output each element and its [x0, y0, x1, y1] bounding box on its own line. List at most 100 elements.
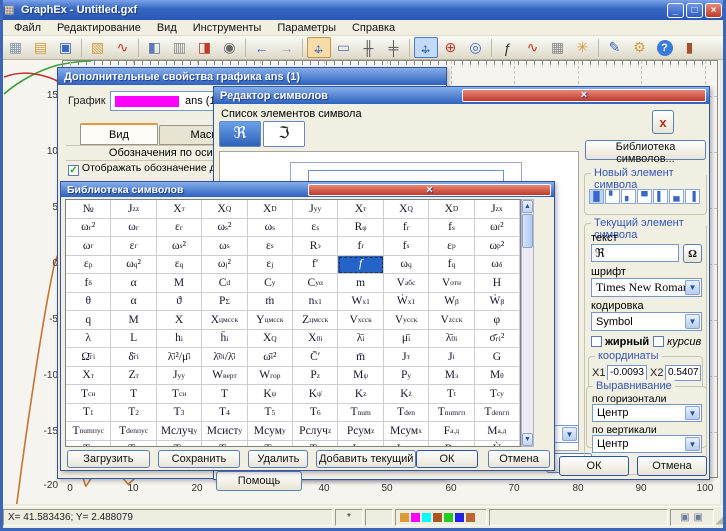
- symbol-cell[interactable]: Lпос: [384, 441, 429, 448]
- symbol-cell[interactable]: Tnum: [338, 404, 383, 423]
- zoom-region-button[interactable]: ◎: [464, 37, 488, 58]
- menu-справка[interactable]: Справка: [344, 22, 403, 34]
- symbol-cell[interactable]: Tсу: [475, 385, 520, 404]
- symbol-cell[interactable]: Xт: [66, 367, 111, 386]
- editor-ok-button[interactable]: ОК: [559, 456, 629, 476]
- symbol-grid-scrollbar[interactable]: ▲ ▼: [521, 199, 534, 447]
- symbol-cell[interactable]: σ̄гi²: [475, 330, 520, 349]
- show-data-labels-checkbox[interactable]: ✓: [68, 165, 79, 176]
- menu-вид[interactable]: Вид: [149, 22, 185, 34]
- horizontal-align-combo[interactable]: Центр ▼: [592, 404, 702, 422]
- symbol-cell[interactable]: Cd: [202, 274, 247, 293]
- symbol-cell[interactable]: T: [111, 385, 156, 404]
- symbol-cell[interactable]: ωδ: [475, 256, 520, 275]
- symbol-cell[interactable]: Mсистy: [202, 422, 247, 441]
- print-preview-button[interactable]: ▥: [168, 37, 192, 58]
- fit-view-button[interactable]: ↔↕: [307, 37, 331, 58]
- symbol-cell[interactable]: εp: [66, 256, 111, 275]
- symbol-cell[interactable]: fs: [429, 219, 474, 238]
- menu-редактирование[interactable]: Редактирование: [49, 22, 149, 34]
- minimize-button[interactable]: _: [667, 3, 684, 18]
- notes-edit-button[interactable]: ✎: [603, 37, 627, 58]
- delete-element-button[interactable]: x: [652, 110, 674, 134]
- element-right-half-icon[interactable]: ▐: [685, 189, 700, 204]
- symbol-cell[interactable]: h̄i: [202, 330, 247, 349]
- symbol-cell[interactable]: ωf²: [475, 219, 520, 238]
- symbol-cell[interactable]: m̄: [338, 348, 383, 367]
- symbol-cell[interactable]: Vxсск: [338, 311, 383, 330]
- symbol-cell[interactable]: Tсн: [157, 385, 202, 404]
- x2-field[interactable]: 0.5407: [665, 365, 701, 381]
- menu-файл[interactable]: Файл: [6, 22, 49, 34]
- hidden-combo-remnant[interactable]: ▼: [553, 425, 579, 443]
- vertical-align-combo[interactable]: Центр ▼: [592, 435, 702, 453]
- symbol-cell[interactable]: Vzсск: [429, 311, 474, 330]
- symbol-cell[interactable]: T5: [248, 441, 293, 448]
- symbol-cell[interactable]: θ: [66, 293, 111, 312]
- symbol-cell[interactable]: T4: [202, 404, 247, 423]
- symbol-cell[interactable]: ϑ: [157, 293, 202, 312]
- symbol-cell[interactable]: ωj²: [202, 256, 247, 275]
- symbol-library-close-icon[interactable]: ×: [308, 184, 551, 196]
- symbol-cell[interactable]: XQ: [384, 200, 429, 219]
- bold-checkbox[interactable]: [591, 336, 602, 347]
- redo-forward-button[interactable]: →: [275, 37, 299, 58]
- split-vertical-button[interactable]: ╫: [357, 37, 381, 58]
- pan-frame-button[interactable]: ▭: [332, 37, 356, 58]
- symbol-cell[interactable]: Jyy: [293, 200, 338, 219]
- symbol-cell[interactable]: fr: [384, 219, 429, 238]
- symbol-cell[interactable]: XD: [429, 200, 474, 219]
- exit-door-button[interactable]: ▮: [678, 37, 702, 58]
- font-combo[interactable]: Times New Roman ▼: [591, 278, 702, 297]
- symbol-cell[interactable]: Lа/п: [338, 441, 383, 448]
- symbol-cell[interactable]: εp: [429, 237, 474, 256]
- symbol-cell[interactable]: εs: [248, 237, 293, 256]
- symbol-editor-titlebar[interactable]: Редактор символов ×: [214, 87, 709, 104]
- symbol-cell[interactable]: Tt: [429, 385, 474, 404]
- symbol-cell[interactable]: λ̄i²/μ̄i: [157, 348, 202, 367]
- symbol-cell[interactable]: Tden: [384, 404, 429, 423]
- symbol-grid[interactable]: №JzzXтXQXDJyyXтXQXDJzxωг²ωгεгωs²ωsεsRφfr…: [65, 199, 521, 447]
- symbol-cell[interactable]: Kz: [338, 385, 383, 404]
- symbol-cell[interactable]: T6: [293, 404, 338, 423]
- symbol-cell[interactable]: X: [157, 311, 202, 330]
- symbol-cell[interactable]: Kψ̇: [293, 385, 338, 404]
- symbol-cell[interactable]: ωs²: [202, 219, 247, 238]
- symbol-cell[interactable]: f′: [293, 256, 338, 275]
- symbol-cell[interactable]: T5: [248, 404, 293, 423]
- symbol-cell[interactable]: λ: [66, 330, 111, 349]
- open-add-graph-button[interactable]: ▧: [86, 37, 110, 58]
- symbol-library-button[interactable]: Библиотека символов...: [585, 140, 706, 160]
- symbol-cell[interactable]: εг: [111, 237, 156, 256]
- symbol-cell[interactable]: H: [475, 274, 520, 293]
- symbol-cell[interactable]: Wβ: [429, 293, 474, 312]
- symbol-cell[interactable]: Jzz: [111, 200, 156, 219]
- symbol-cell[interactable]: T: [202, 385, 247, 404]
- symbol-cell[interactable]: fδ: [66, 274, 111, 293]
- symbol-cell[interactable]: Pz: [293, 367, 338, 386]
- symbol-cell[interactable]: Wx1: [338, 293, 383, 312]
- symbol-cell[interactable]: Mа.д: [475, 422, 520, 441]
- symbol-editor-close-icon[interactable]: ×: [462, 89, 706, 102]
- symbol-cell[interactable]: fq: [429, 256, 474, 275]
- symbol-cell[interactable]: Ω̄гi: [66, 348, 111, 367]
- symbol-cell[interactable]: Rφ: [338, 219, 383, 238]
- symbol-cell[interactable]: hi: [157, 330, 202, 349]
- symbol-cell[interactable]: ωs: [248, 219, 293, 238]
- symbol-cell[interactable]: Tсн: [66, 385, 111, 404]
- symbol-cell[interactable]: №: [66, 200, 111, 219]
- menu-параметры[interactable]: Параметры: [269, 22, 344, 34]
- symbol-cell[interactable]: L: [111, 330, 156, 349]
- split-horizontal-button[interactable]: ╪: [382, 37, 406, 58]
- symbol-cell[interactable]: α: [111, 274, 156, 293]
- load-button[interactable]: Загрузить: [67, 450, 150, 468]
- help-button[interactable]: ?: [653, 37, 677, 58]
- editor-cancel-button[interactable]: Отмена: [637, 456, 707, 476]
- element-tab-re[interactable]: ℜ: [219, 121, 261, 147]
- symbol-cell[interactable]: R0i: [429, 441, 474, 448]
- symbol-cell[interactable]: Jzx: [475, 200, 520, 219]
- symbol-cell[interactable]: Yцмсск: [248, 311, 293, 330]
- target-crosshair-button[interactable]: ⊕: [439, 37, 463, 58]
- symbol-cell[interactable]: Cy: [248, 274, 293, 293]
- element-tab-im[interactable]: ℑ: [263, 121, 305, 147]
